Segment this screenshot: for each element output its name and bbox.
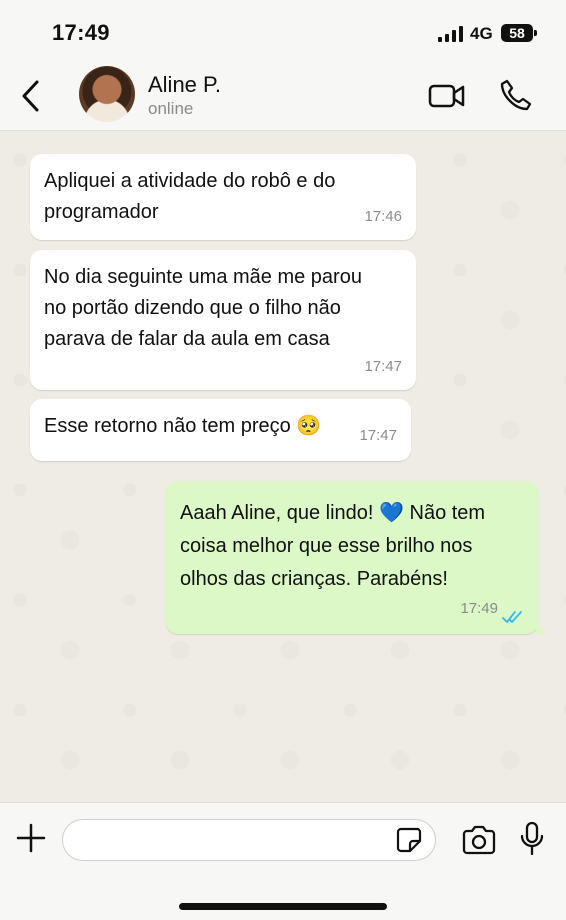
- network-type: 4G: [470, 24, 493, 43]
- status-bar: 17:49 4G 58: [0, 0, 566, 62]
- home-indicator: [179, 903, 387, 910]
- battery-icon: 58: [501, 24, 537, 42]
- chat-header: Aline P. online: [0, 62, 566, 131]
- message-text: Aaah Aline, que lindo! 💙 Não tem coisa m…: [180, 502, 486, 590]
- message-text: Esse retorno não tem preço 🥺: [44, 415, 322, 437]
- message-bubble-incoming[interactable]: Apliquei a atividade do robô e do progra…: [30, 154, 416, 240]
- phone-icon[interactable]: [498, 78, 532, 112]
- message-time: 17:47: [359, 427, 397, 444]
- sticker-icon[interactable]: [396, 827, 422, 853]
- message-bubble-incoming[interactable]: No dia seguinte uma mãe me parou no port…: [30, 250, 416, 390]
- message-time: 17:49: [460, 600, 498, 617]
- status-time: 17:49: [52, 20, 110, 45]
- double-check-icon: [502, 611, 522, 623]
- chevron-left-icon[interactable]: [16, 76, 46, 116]
- message-bubble-outgoing[interactable]: Aaah Aline, que lindo! 💙 Não tem coisa m…: [166, 481, 546, 634]
- contact-status: online: [148, 99, 194, 118]
- message-text: Apliquei a atividade do robô e do progra…: [44, 170, 336, 223]
- signal-icon: [438, 26, 464, 42]
- contact-name[interactable]: Aline P.: [148, 72, 221, 98]
- message-time: 17:46: [364, 208, 402, 225]
- message-text: No dia seguinte uma mãe me parou no port…: [44, 266, 362, 350]
- avatar[interactable]: [79, 66, 135, 122]
- message-input[interactable]: [62, 819, 436, 861]
- message-composer: [0, 802, 566, 920]
- message-bubble-incoming[interactable]: Esse retorno não tem preço 🥺 17:47: [30, 399, 411, 461]
- plus-icon[interactable]: [16, 823, 46, 853]
- chat-screen: 17:49 4G 58 Aline P. online Apliquei a a…: [0, 0, 566, 920]
- microphone-icon[interactable]: [518, 821, 546, 857]
- video-camera-icon[interactable]: [428, 80, 466, 112]
- camera-icon[interactable]: [461, 825, 497, 855]
- message-time: 17:47: [364, 358, 402, 375]
